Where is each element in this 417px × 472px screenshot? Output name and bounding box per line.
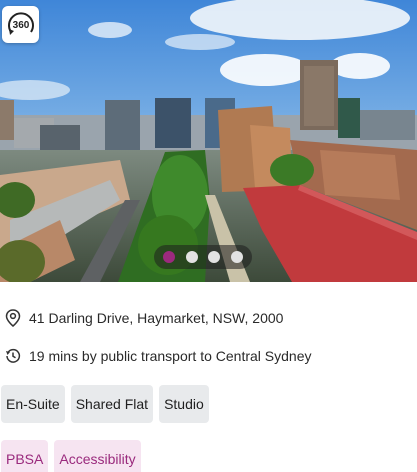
carousel-dot-1[interactable] — [163, 251, 176, 263]
carousel-dot-4[interactable] — [230, 251, 243, 263]
carousel-dot-3[interactable] — [208, 251, 221, 263]
tag-pbsa[interactable]: PBSA — [1, 440, 49, 472]
svg-text:360: 360 — [12, 20, 29, 31]
tag-accessibility[interactable]: Accessibility — [54, 440, 141, 472]
carousel-pagination — [154, 245, 252, 269]
tag-en-suite[interactable]: En-Suite — [1, 385, 65, 423]
city-aerial-photo — [0, 0, 417, 282]
tag-shared-flat[interactable]: Shared Flat — [70, 385, 154, 423]
address-row: 41 Darling Drive, Haymarket, NSW, 2000 — [4, 309, 283, 327]
room-type-tags: En-Suite Shared Flat Studio — [1, 385, 209, 423]
location-pin-icon — [4, 309, 22, 327]
feature-tags: PBSA Accessibility — [1, 440, 141, 472]
hero-image[interactable]: 360 — [0, 0, 417, 282]
carousel-dot-2[interactable] — [185, 251, 198, 263]
tag-studio[interactable]: Studio — [159, 385, 209, 423]
address-text: 41 Darling Drive, Haymarket, NSW, 2000 — [29, 310, 284, 326]
transport-row: 19 mins by public transport to Central S… — [4, 347, 311, 365]
panorama-360-button[interactable]: 360 — [2, 6, 39, 43]
transport-text: 19 mins by public transport to Central S… — [29, 348, 312, 364]
panorama-360-icon: 360 — [7, 11, 34, 35]
clock-history-icon — [4, 347, 22, 365]
